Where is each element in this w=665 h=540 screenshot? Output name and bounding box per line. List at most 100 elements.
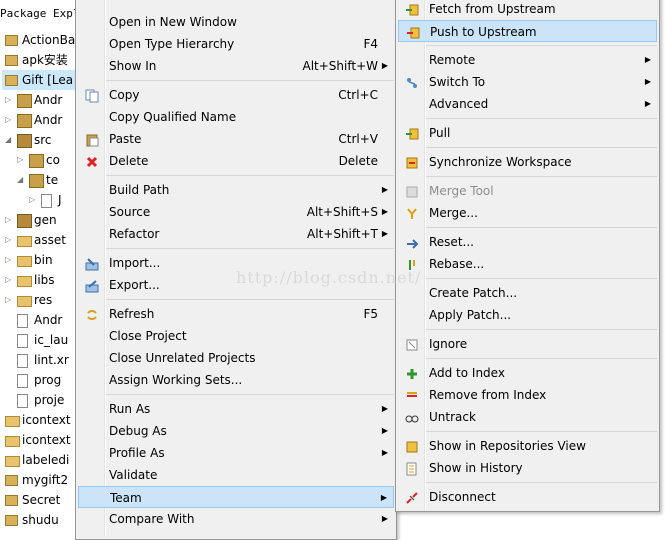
folder-icon [17, 236, 32, 247]
menu-item-shortcut: Alt+Shift+W [302, 59, 379, 73]
menu-item-disconnect[interactable]: Disconnect [398, 486, 657, 508]
menu-item-label: Open in New Window [109, 15, 237, 29]
expand-twisty-icon[interactable]: ▷ [5, 290, 14, 310]
tree-item[interactable]: ▷ Andr [0, 110, 76, 130]
menu-item-label: Create Patch... [429, 286, 518, 300]
menu-item-label: Team [110, 491, 142, 505]
menu-item-remote[interactable]: Remote ▶ [398, 49, 657, 71]
expand-twisty-icon[interactable]: ▷ [5, 210, 14, 230]
submenu-arrow-icon: ▶ [644, 99, 651, 108]
menu-separator [426, 431, 657, 432]
menu-item-debug-as[interactable]: Debug As ▶ [78, 420, 394, 442]
tree-item[interactable]: ▷ co [0, 150, 76, 170]
menu-item-paste[interactable]: Paste Ctrl+V [78, 128, 394, 150]
menu-item-shortcut: Ctrl+V [338, 132, 378, 146]
tree-item[interactable]: ▷ asset [0, 230, 76, 250]
menu-item-merge[interactable]: Merge... [398, 202, 657, 224]
closed-project-icon [5, 416, 20, 427]
expand-twisty-icon[interactable]: ▷ [29, 190, 38, 210]
menu-item-reset[interactable]: Reset... [398, 231, 657, 253]
expand-twisty-icon[interactable]: ▷ [5, 90, 14, 110]
expand-twisty-icon[interactable]: ▷ [5, 110, 14, 130]
menu-item-profile-as[interactable]: Profile As ▶ [78, 442, 394, 464]
menu-item-team[interactable]: Team ▶ [78, 486, 394, 508]
delete-icon [85, 154, 99, 168]
menu-item-remove-from-index[interactable]: Remove from Index [398, 384, 657, 406]
package-icon [29, 174, 44, 188]
menu-item-label: Merge Tool [429, 184, 494, 198]
tree-item[interactable]: icontext [0, 430, 76, 450]
tree-item[interactable]: shudu [0, 510, 76, 530]
menu-item-pull[interactable]: Pull [398, 122, 657, 144]
menu-item-shortcut: Ctrl+C [338, 88, 378, 102]
package-icon [29, 154, 44, 168]
menu-item-open-in-new-window[interactable]: Open in New Window [78, 11, 394, 33]
tree-item[interactable]: ◢ src [0, 130, 76, 150]
tree-item[interactable]: ▷ Andr [0, 90, 76, 110]
import-icon [85, 256, 99, 271]
menu-item-close-unrelated-projects[interactable]: Close Unrelated Projects [78, 347, 394, 369]
menu-item-apply-patch[interactable]: Apply Patch... [398, 304, 657, 326]
menu-item-label: Copy [109, 88, 140, 102]
menu-item-advanced[interactable]: Advanced ▶ [398, 93, 657, 115]
menu-item-label: Remote [429, 53, 476, 67]
tree-item[interactable]: ▷ gen [0, 210, 76, 230]
menu-item-add-to-index[interactable]: Add to Index [398, 362, 657, 384]
tree-item[interactable]: Gift [Lea [2, 70, 76, 90]
menu-item-build-path[interactable]: Build Path ▶ [78, 179, 394, 201]
menu-item-copy[interactable]: Copy Ctrl+C [78, 84, 394, 106]
submenu-arrow-icon: ▶ [644, 55, 651, 64]
tree-item[interactable]: ▷ res [0, 290, 76, 310]
menu-item-switch-to[interactable]: Switch To ▶ [398, 71, 657, 93]
tree-item[interactable]: lint.xr [0, 350, 76, 370]
tree-item[interactable]: Secret [0, 490, 76, 510]
tree-item[interactable]: ActionBa [0, 30, 76, 50]
menu-item-push-to-upstream[interactable]: Push to Upstream [398, 20, 657, 42]
menu-item-refactor[interactable]: Refactor Alt+Shift+T ▶ [78, 223, 394, 245]
menu-item-assign-working-sets[interactable]: Assign Working Sets... [78, 369, 394, 391]
package-explorer: Package Expl ActionBa apk安装 Gift [Lea ▷ Andr… [0, 0, 76, 536]
menu-item-show-in-repositories-view[interactable]: Show in Repositories View [398, 435, 657, 457]
menu-item-run-as[interactable]: Run As ▶ [78, 398, 394, 420]
expand-twisty-icon[interactable]: ▷ [5, 270, 14, 290]
menu-item-validate[interactable]: Validate [78, 464, 394, 486]
menu-item-label: Profile As [109, 446, 165, 460]
tree-item[interactable]: ic_lau [0, 330, 76, 350]
tree-item[interactable]: ▷ libs [0, 270, 76, 290]
expand-twisty-icon[interactable]: ◢ [5, 130, 14, 150]
menu-item-show-in-history[interactable]: Show in History [398, 457, 657, 479]
menu-item-shortcut: Alt+Shift+S [306, 205, 378, 219]
menu-item-create-patch[interactable]: Create Patch... [398, 282, 657, 304]
tree-item[interactable]: prog [0, 370, 76, 390]
menu-item-label: Switch To [429, 75, 486, 89]
menu-item-delete[interactable]: Delete Delete [78, 150, 394, 172]
menu-item-fetch-from-upstream[interactable]: Fetch from Upstream [398, 0, 657, 20]
menu-item-refresh[interactable]: Refresh F5 [78, 303, 394, 325]
menu-item-label: Rebase... [429, 257, 485, 271]
tree-item[interactable]: apk安装 [0, 50, 76, 70]
menu-separator [106, 299, 394, 300]
tree-item[interactable]: ▷ J [0, 190, 76, 210]
expand-twisty-icon[interactable]: ▷ [5, 250, 14, 270]
expand-twisty-icon[interactable]: ▷ [5, 230, 14, 250]
menu-item-ignore[interactable]: Ignore [398, 333, 657, 355]
menu-separator [426, 176, 657, 177]
menu-item-show-in[interactable]: Show In Alt+Shift+W ▶ [78, 55, 394, 77]
tree-item[interactable]: icontext [0, 410, 76, 430]
menu-item-untrack[interactable]: Untrack [398, 406, 657, 428]
menu-item-source[interactable]: Source Alt+Shift+S ▶ [78, 201, 394, 223]
menu-item-copy-qualified-name[interactable]: Copy Qualified Name [78, 106, 394, 128]
tree-item[interactable]: Andr [0, 310, 76, 330]
expand-twisty-icon[interactable]: ▷ [17, 150, 26, 170]
menu-item-compare-with[interactable]: Compare With ▶ [78, 508, 394, 530]
tree-item[interactable]: labeledi [0, 450, 76, 470]
expand-twisty-icon[interactable]: ◢ [17, 170, 26, 190]
menu-item-close-project[interactable]: Close Project [78, 325, 394, 347]
tree-item[interactable]: mygift2 [0, 470, 76, 490]
tree-item[interactable]: ◢ te [0, 170, 76, 190]
tree-item[interactable]: ▷ bin [0, 250, 76, 270]
tree-item[interactable]: proje [0, 390, 76, 410]
menu-item-rebase[interactable]: Rebase... [398, 253, 657, 275]
menu-item-synchronize-workspace[interactable]: Synchronize Workspace [398, 151, 657, 173]
menu-item-open-type-hierarchy[interactable]: Open Type Hierarchy F4 [78, 33, 394, 55]
